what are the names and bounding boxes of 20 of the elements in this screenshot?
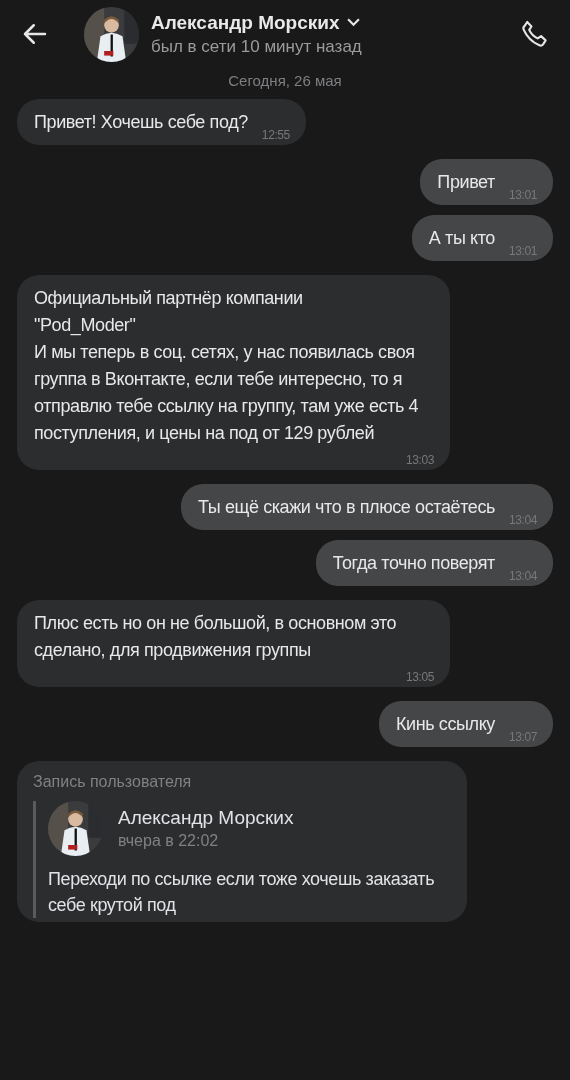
message-text: Плюс есть но он не большой, в основном это сделано, для продвижения группы [34,612,398,662]
date-separator: Сегодня, 26 мая [228,72,342,89]
message-text: Официальный партнёр компании "Pod_Moder" И мы теперь в соц. сетях, у нас появилась своя группа в Вконтакте, если тебе интересно, то я отправлю тебе ссылку на группу, там уже есть 4 поступления, и цены на под от 129 рублей [34,287,420,445]
message-text: Привет [437,171,495,194]
shared-post-card[interactable]: Запись пользователя Александр Морских вчера в 22:02 Переходи по ссылке если тоже хочешь заказать себе крутой под [17,761,467,922]
message-time: 13:05 [404,670,434,684]
post-label: Запись пользователя [33,773,193,791]
message-text: Тогда точно поверят [332,552,495,575]
message-text: Ты ещё скажи что в плюсе остаётесь [197,496,495,519]
chevron-down-icon[interactable] [346,18,360,27]
message-time: 12:55 [260,128,290,142]
last-seen-status: был в сети 10 минут назад [151,36,363,57]
contact-name[interactable]: Александр Морских [151,11,340,34]
message-text: Кинь ссылку [396,713,495,736]
post-author[interactable]: Александр Морских [118,807,294,829]
post-date: вчера в 22:02 [118,832,220,850]
message-time: 13:03 [404,453,434,467]
message-text: Привет! Хочешь себе под? [34,111,248,134]
post-text: Переходи по ссылке если тоже хочешь заказать себе крутой под [48,868,436,917]
message-text: А ты кто [428,227,495,250]
